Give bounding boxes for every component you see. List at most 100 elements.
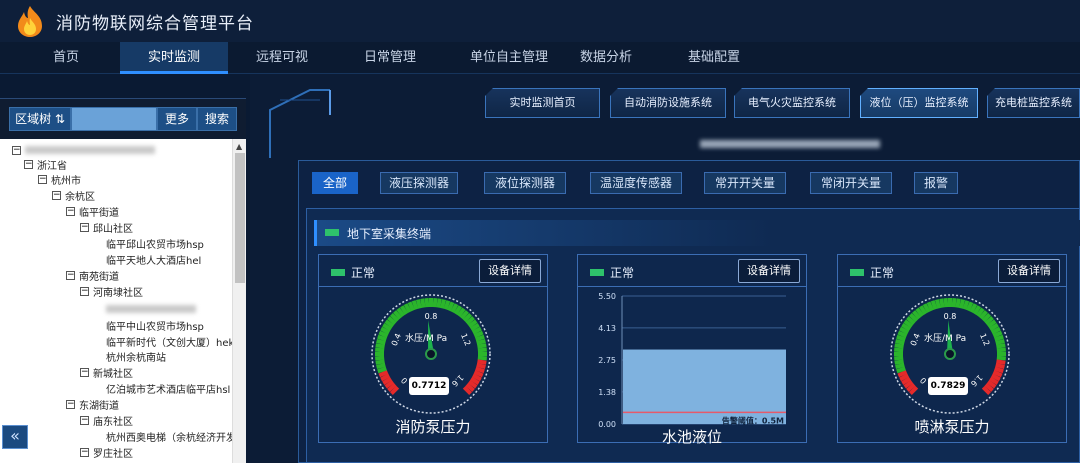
nav-home[interactable]: 首页: [12, 42, 120, 74]
nav-realtime-monitoring[interactable]: 实时监测: [120, 42, 228, 74]
tree-scrollbar[interactable]: ▲: [232, 139, 246, 463]
tree-node[interactable]: − 临平街道: [66, 203, 119, 219]
tree-leaf[interactable]: 临平中山农贸市场hsp: [106, 317, 204, 333]
gauge-scale-segment: [477, 347, 487, 353]
tree-node[interactable]: − 河南埭社区: [80, 283, 143, 299]
tree-leaf[interactable]: 临平邱山农贸市场hsp: [106, 235, 204, 251]
filter-level-detector[interactable]: 液位探测器: [484, 172, 566, 194]
nav-remote-view[interactable]: 远程可视: [228, 42, 336, 74]
device-card-sprinkler-pump: 正常 设备详情 0 0.4 0.8 1.2 1.6 水压/M Pa 0.7829 喷淋泵…: [837, 254, 1067, 443]
collapse-toggle-icon[interactable]: −: [52, 190, 61, 200]
collapse-toggle-icon[interactable]: −: [80, 415, 89, 425]
tree-node[interactable]: − 东湖街道: [66, 396, 119, 412]
collapse-toggle-icon[interactable]: −: [80, 367, 89, 377]
gauge-scale-segment: [436, 298, 442, 308]
search-button[interactable]: 搜索: [197, 107, 237, 131]
collapse-toggle-icon[interactable]: −: [66, 270, 75, 280]
card-header: 正常 设备详情: [838, 255, 1066, 287]
device-detail-button[interactable]: 设备详情: [479, 259, 541, 283]
collapse-toggle-icon[interactable]: −: [66, 399, 75, 409]
collapse-toggle-icon[interactable]: −: [24, 159, 33, 169]
gauge-scale-segment: [896, 366, 906, 374]
gauge-tick-label: 0: [919, 376, 929, 386]
tree-search-input[interactable]: [71, 107, 157, 131]
tab-charging-pile[interactable]: 充电桩监控系统: [987, 88, 1080, 118]
collapse-toggle-icon[interactable]: −: [80, 447, 89, 457]
scroll-thumb[interactable]: [235, 153, 245, 283]
gauge-scale-segment: [477, 359, 487, 365]
filter-normally-closed[interactable]: 常闭开关量: [810, 172, 892, 194]
gauge-title: 消防泵压力: [395, 418, 471, 436]
level-bar-chart: 5.504.132.751.380.00 告警阈值：0.5M: [598, 292, 786, 429]
flame-icon: [18, 6, 42, 37]
y-tick-label: 1.38: [598, 388, 616, 397]
device-detail-button[interactable]: 设备详情: [738, 259, 800, 283]
region-tree-panel: 区域树 ⇅ 更多 搜索 − − 浙江省 − 杭州市 − 余杭区 − 临平街道 − 邱山社区…: [0, 98, 246, 463]
gauge-scale-segment: [376, 363, 386, 370]
tree-node[interactable]: − 庙东社区: [80, 412, 133, 428]
tree-node[interactable]: − 邱山社区: [80, 219, 133, 235]
gauge-scale-segment: [375, 355, 385, 361]
filter-temp-humidity[interactable]: 温湿度传感器: [590, 172, 682, 194]
region-tree-button[interactable]: 区域树 ⇅: [9, 107, 71, 131]
tree-leaf[interactable]: 临平天地人大酒店hel: [106, 251, 201, 267]
tree-leaf[interactable]: 杭州余杭南站: [106, 348, 166, 364]
tab-auto-fire-facilities[interactable]: 自动消防设施系统: [610, 88, 726, 118]
collapse-toggle-icon[interactable]: −: [38, 174, 47, 184]
gauge-scale-segment: [995, 338, 1005, 345]
tree-leaf[interactable]: 杭州西奥电梯（余杭经济开发区: [106, 428, 232, 444]
gauge-scale-segment: [477, 355, 487, 361]
filter-hydraulic-detector[interactable]: 液压探测器: [380, 172, 458, 194]
more-button[interactable]: 更多: [157, 107, 197, 131]
collapse-toggle-icon[interactable]: −: [66, 206, 75, 216]
tree-leaf[interactable]: 临平新时代（文创大厦）hek: [106, 333, 232, 349]
tree-node[interactable]: − 浙江省: [24, 156, 67, 172]
tab-realtime-home[interactable]: 实时监测首页: [485, 88, 600, 118]
gauge-scale-segment: [934, 299, 941, 309]
collapse-toggle-icon[interactable]: −: [80, 222, 89, 232]
filter-all[interactable]: 全部: [312, 172, 358, 194]
gauge-scale-segment: [375, 359, 385, 365]
nav-data-analysis[interactable]: 数据分析: [552, 42, 660, 74]
gauge-tick-label: 1.2: [978, 332, 991, 347]
tree-leaf[interactable]: 亿泊城市艺术酒店临平店hsl: [106, 380, 230, 396]
tree-node[interactable]: − 余杭区: [52, 187, 95, 203]
collapse-toggle-icon[interactable]: −: [12, 145, 21, 155]
filter-normally-open[interactable]: 常开开关量: [704, 172, 786, 194]
tab-electrical-fire[interactable]: 电气火灾监控系统: [734, 88, 850, 118]
tree-node[interactable]: − 罗庄社区: [80, 444, 133, 460]
collapse-toggle-icon[interactable]: −: [80, 286, 89, 296]
gauge-hub: [425, 348, 437, 360]
filter-alarm[interactable]: 报警: [914, 172, 958, 194]
gauge-tick-label: 0.4: [909, 332, 922, 347]
status-indicator-icon: [850, 269, 864, 276]
double-chevron-left-icon[interactable]: «: [2, 425, 28, 449]
nav-base-config[interactable]: 基础配置: [660, 42, 768, 74]
gauge-scale-segment: [475, 334, 485, 342]
chart-title: 水池液位: [661, 428, 722, 446]
gauge-scale-segment: [939, 298, 945, 308]
tree-node[interactable]: − 南苑街道: [66, 267, 119, 283]
gauge-scale-segment: [411, 300, 419, 310]
gauge-scale-segment: [476, 363, 486, 370]
gauge-body: 0 0.4 0.8 1.2 1.6 水压/M Pa 0.7712 消防泵压力: [319, 288, 547, 444]
gauge-scale-segment: [375, 347, 385, 353]
tree-leaf-redacted[interactable]: [106, 301, 196, 317]
gauge-value: 0.7712: [409, 377, 449, 395]
app-title: 消防物联网综合管理平台: [56, 13, 254, 34]
scroll-up-icon[interactable]: ▲: [236, 142, 242, 151]
device-detail-button[interactable]: 设备详情: [998, 259, 1060, 283]
gauge-tick-label: 1.6: [450, 373, 465, 388]
gauge-unit: 水压/M Pa: [924, 334, 967, 344]
tree-node[interactable]: − 杭州市: [38, 171, 81, 187]
gauge-scale-segment: [420, 298, 426, 308]
nav-daily-management[interactable]: 日常管理: [336, 42, 444, 74]
tab-level-pressure[interactable]: 液位（压）监控系统: [860, 88, 978, 118]
y-tick-label: 5.50: [598, 292, 616, 301]
gauge-scale-segment: [440, 299, 447, 309]
y-tick-label: 4.13: [598, 324, 616, 333]
tree-node[interactable]: − 新城社区: [80, 364, 133, 380]
gauge-scale-segment: [994, 334, 1004, 342]
region-tree: − − 浙江省 − 杭州市 − 余杭区 − 临平街道 − 邱山社区 临平邱山农贸市场hsp…: [0, 139, 232, 463]
gauge-tick-label: 0.8: [425, 312, 438, 321]
